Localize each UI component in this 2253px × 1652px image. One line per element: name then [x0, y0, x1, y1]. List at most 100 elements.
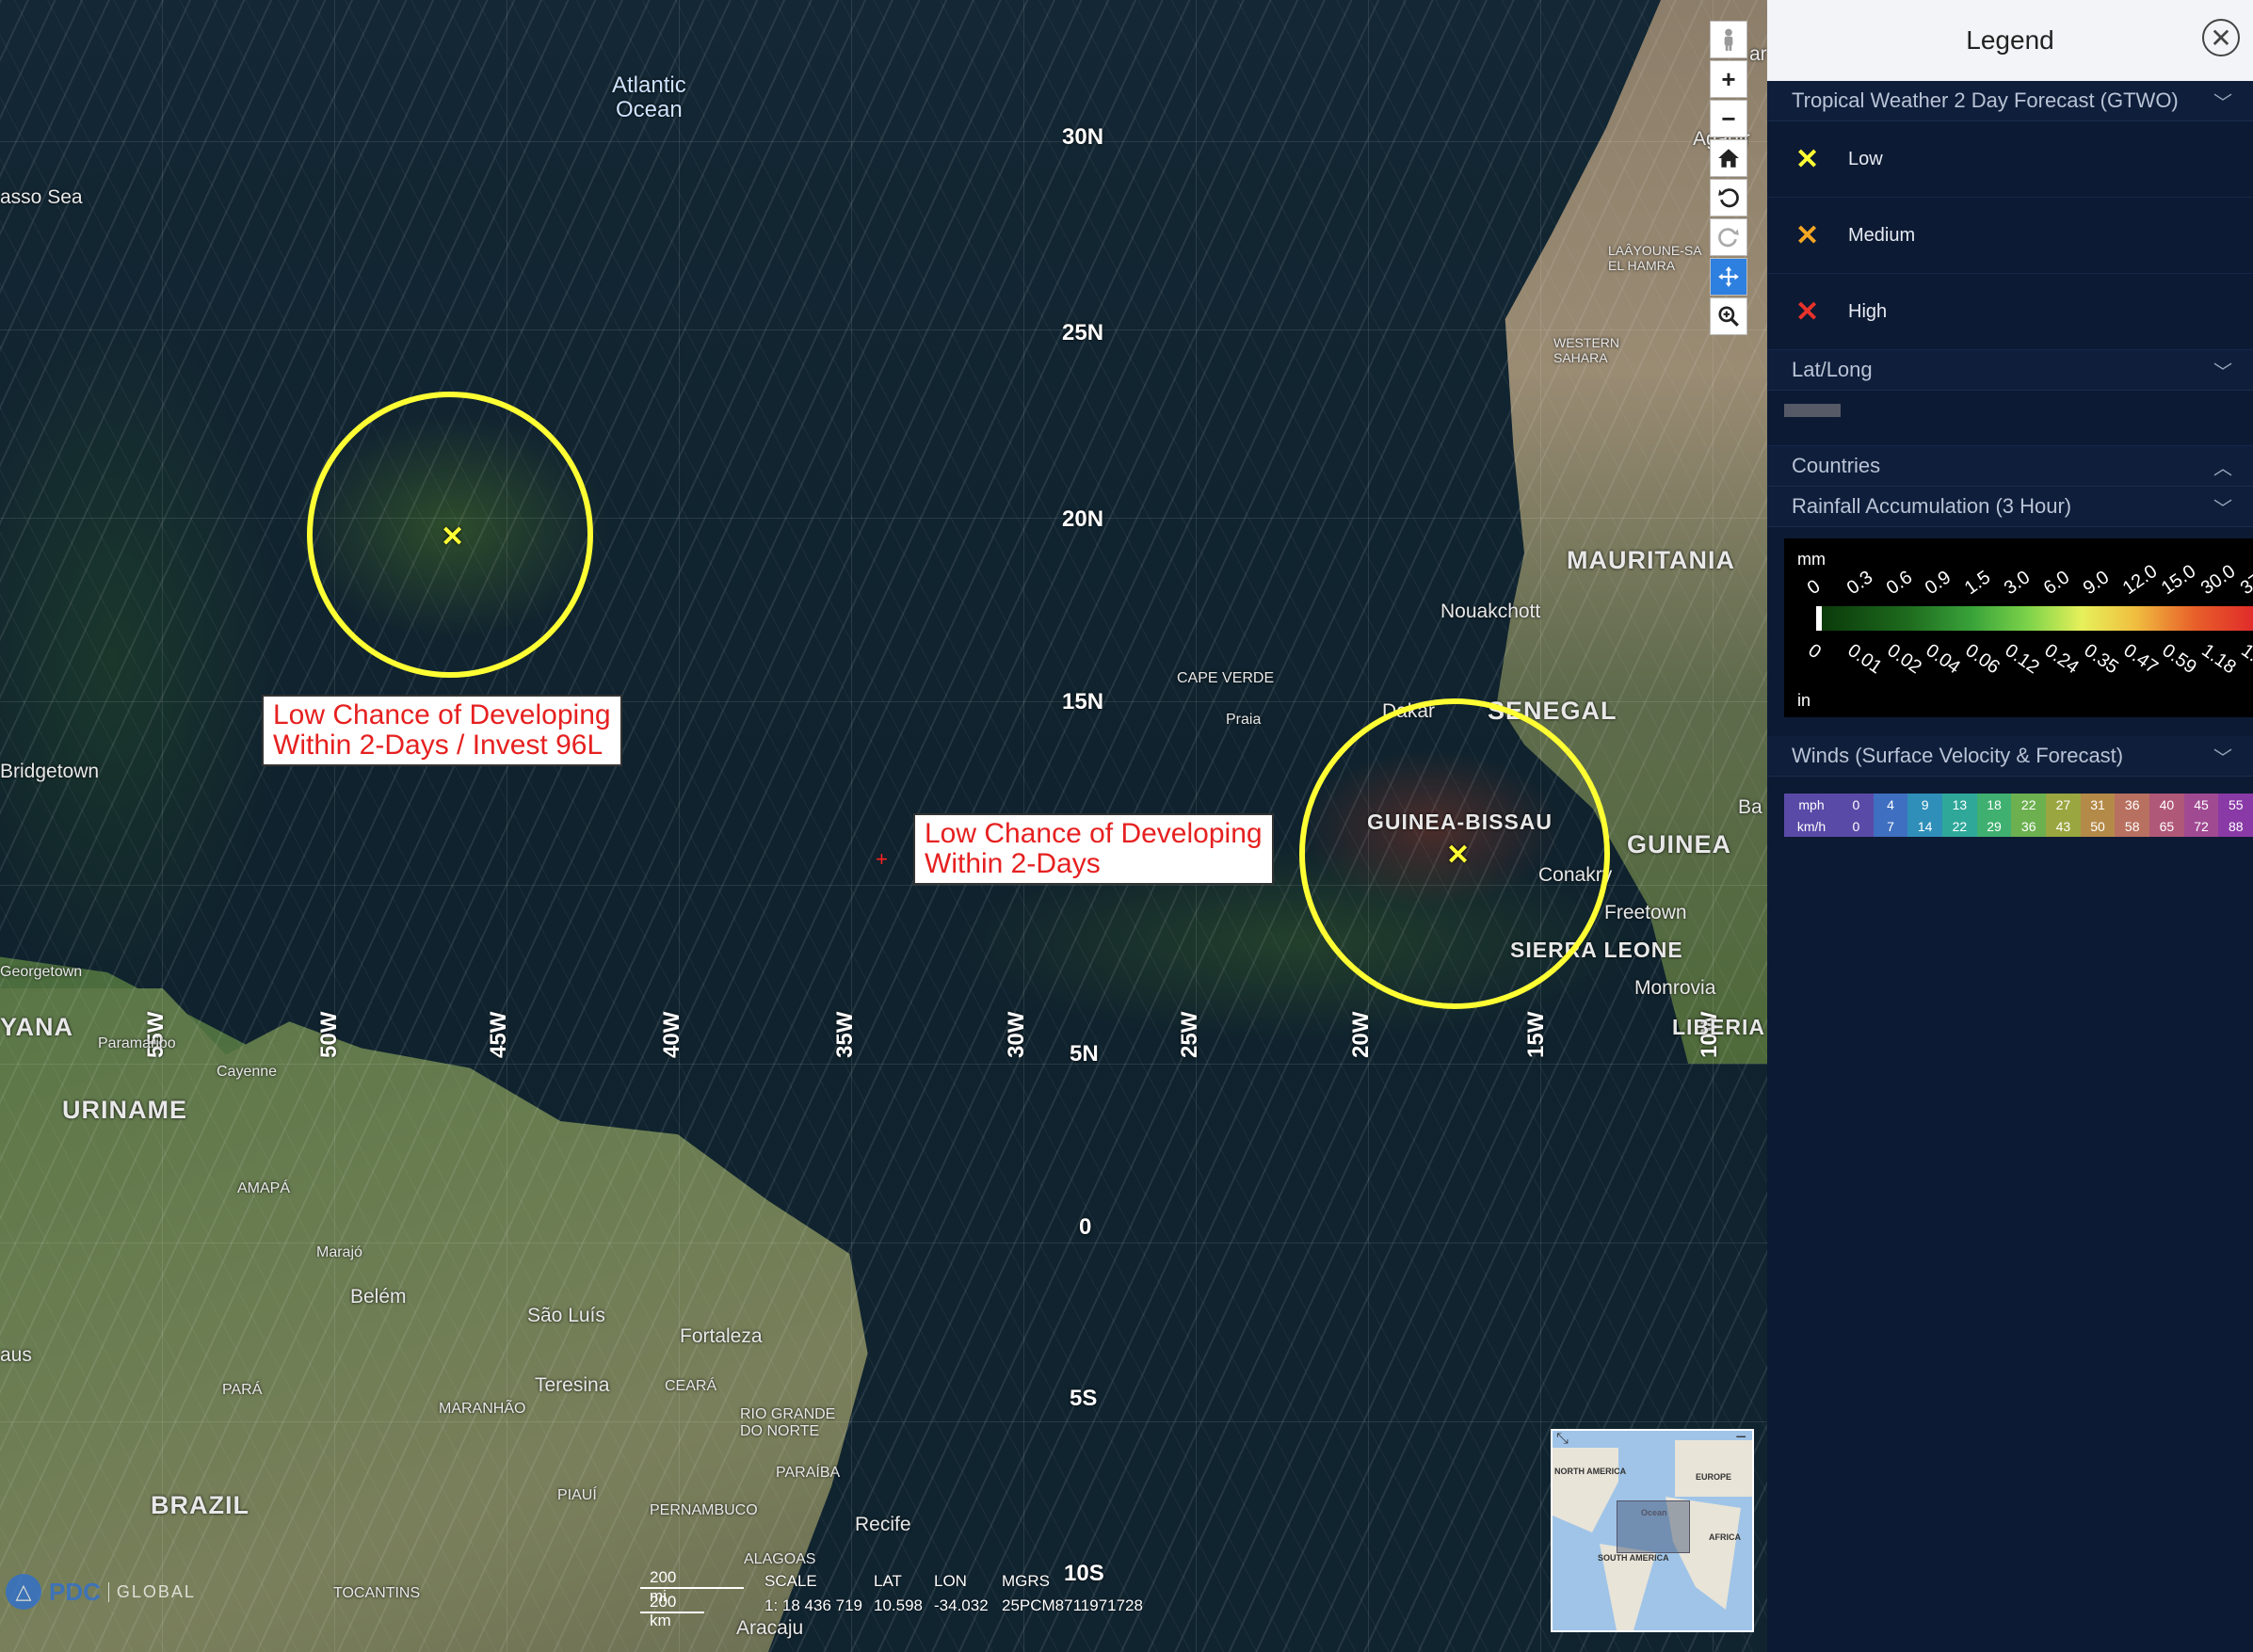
overview-label: NORTH AMERICA: [1554, 1467, 1627, 1476]
place-bridgetown: Bridgetown: [0, 761, 100, 782]
rain-mm-tick: 3.0: [2000, 567, 2035, 600]
section-winds[interactable]: Winds (Surface Velocity & Forecast) ﹀: [1767, 736, 2253, 777]
close-icon[interactable]: ✕: [2202, 19, 2240, 56]
lon-label: 15W: [1523, 1011, 1549, 1058]
place-recife: Recife: [855, 1514, 911, 1535]
rain-mm-tick: 12.0: [2118, 560, 2161, 600]
mgrs-label: MGRS: [1002, 1572, 1050, 1590]
legend-item-label: High: [1848, 300, 1888, 322]
rotate-right-icon[interactable]: [1710, 218, 1747, 256]
rain-color-ramp: [1816, 606, 2253, 631]
rainfall-colorscale: mm in 0 0.3 0.6 0.9 1.5 3.0 6.0 9.0 12.0 15.0 30.0…: [1784, 538, 2253, 717]
rain-in-tick: 0.02: [1883, 640, 1925, 679]
rain-mm-tick: 0.9: [1922, 567, 1955, 600]
collapse-icon[interactable]: −: [1735, 1431, 1746, 1449]
lon-label: 30W: [1004, 1011, 1029, 1058]
overview-label: Ocean: [1641, 1508, 1667, 1517]
place-laayoune: LAÂYOUNE-SA EL HAMRA: [1608, 243, 1702, 273]
place-praia: Praia: [1226, 712, 1262, 728]
winds-kmh-value: 22: [1952, 818, 1968, 834]
place-guyana: YANA: [0, 1013, 74, 1041]
winds-scale-cell: 40 65: [2149, 794, 2184, 837]
winds-units: mph km/h: [1784, 794, 1839, 837]
low-chance-marker-icon[interactable]: ✕: [441, 523, 464, 552]
place-marajo: Marajó: [316, 1244, 362, 1260]
lon-label: 20W: [1348, 1011, 1374, 1058]
home-icon[interactable]: [1710, 139, 1747, 177]
chevron-down-icon[interactable]: ﹀: [2213, 493, 2232, 521]
low-marker-icon: ✕: [1795, 143, 1820, 175]
rain-in-tick: 0.04: [1922, 640, 1965, 679]
lat-label: 5N: [1070, 1041, 1099, 1067]
place-paraiba: PARAÍBA: [776, 1465, 841, 1481]
rain-in-tick: 0.24: [2040, 640, 2083, 679]
callout-invest-96l: Low Chance of Developing Within 2-Days /…: [262, 695, 622, 766]
pan-tool-icon[interactable]: [1710, 258, 1747, 296]
winds-mph-value: 9: [1921, 796, 1929, 812]
zoom-in-button[interactable]: +: [1710, 60, 1747, 98]
mgrs-value: 25PCM8711971728: [1002, 1596, 1143, 1614]
street-view-pegman-icon[interactable]: [1710, 21, 1747, 58]
place-aracaju: Aracaju: [736, 1617, 804, 1639]
section-title: Winds (Surface Velocity & Forecast): [1792, 744, 2124, 767]
place-paramaribo: Paramaribo: [98, 1035, 176, 1051]
legend-item-label: Medium: [1848, 224, 1916, 246]
chevron-down-icon[interactable]: ﹀: [2213, 88, 2232, 115]
place-rio-grande-do-norte: RIO GRANDE DO NORTE: [740, 1406, 836, 1439]
rain-in-tick: 0.59: [2158, 640, 2201, 679]
winds-kmh-value: 36: [2020, 818, 2036, 834]
lat-label: 5S: [1070, 1386, 1098, 1411]
high-marker-icon: ✕: [1795, 296, 1820, 328]
place-brazil: BRAZIL: [151, 1491, 249, 1519]
place-mauritania: MAURITANIA: [1567, 546, 1735, 574]
section-latlong[interactable]: Lat/Long ﹀: [1767, 350, 2253, 391]
overview-label: EUROPE: [1696, 1472, 1732, 1482]
winds-mph-value: 4: [1887, 796, 1894, 812]
winds-mph-value: 40: [2159, 796, 2175, 812]
winds-scale-cell: 9 14: [1907, 794, 1943, 837]
map-view[interactable]: 30N 25N 20N 15N 5N 0 5S 10S 55W 50W 45W …: [0, 0, 1767, 1652]
section-title: Tropical Weather 2 Day Forecast (GTWO): [1792, 88, 2179, 112]
rain-in-tick: 1.48: [2237, 640, 2253, 679]
place-nouakchott: Nouakchott: [1440, 601, 1541, 622]
expand-icon[interactable]: ⤡: [1556, 1431, 1569, 1448]
scale-label: SCALE: [764, 1572, 817, 1590]
lon-label: 25W: [1177, 1011, 1202, 1058]
winds-kmh-value: 58: [2124, 818, 2140, 834]
section-rainfall[interactable]: Rainfall Accumulation (3 Hour) ﹀: [1767, 487, 2253, 527]
lat-label: 30N: [1062, 124, 1104, 150]
zoom-box-icon[interactable]: [1710, 297, 1747, 335]
rotate-left-icon[interactable]: [1710, 179, 1747, 217]
chevron-down-icon[interactable]: ﹀: [2213, 357, 2232, 384]
section-countries[interactable]: Countries ︿: [1767, 446, 2253, 487]
chevron-up-icon[interactable]: ︿: [2213, 453, 2232, 480]
scale-value: 1: 18 436 719: [764, 1596, 862, 1614]
rain-in-tick: 0.12: [2001, 640, 2043, 679]
winds-scale-cell: 45 72: [2183, 794, 2219, 837]
place-fortaleza: Fortaleza: [680, 1325, 763, 1347]
section-title: Rainfall Accumulation (3 Hour): [1792, 494, 2072, 518]
legend-header: Legend ✕: [1767, 0, 2253, 81]
low-chance-marker-icon[interactable]: ✕: [1446, 842, 1470, 870]
place-manaus: aus: [0, 1344, 32, 1366]
winds-mph-value: 22: [2020, 796, 2036, 812]
place-georgetown: Georgetown: [0, 964, 83, 980]
pdc-logo: △ PDC GLOBAL: [6, 1574, 196, 1610]
lat-label: 15N: [1062, 689, 1104, 714]
grid-line: [0, 141, 1767, 142]
place-teresina: Teresina: [535, 1374, 610, 1396]
lon-label: 40W: [659, 1011, 684, 1058]
winds-scale-cell: 13 22: [1942, 794, 1977, 837]
winds-kmh-value: 14: [1917, 818, 1933, 834]
place-maranhao: MARANHÃO: [439, 1401, 526, 1417]
pdc-logo-global: GLOBAL: [107, 1581, 196, 1602]
section-title: Countries: [1792, 454, 1881, 477]
zoom-out-button[interactable]: −: [1710, 100, 1747, 137]
section-gtwo[interactable]: Tropical Weather 2 Day Forecast (GTWO) ﹀: [1767, 81, 2253, 121]
callout-low-chance: Low Chance of Developing Within 2-Days: [913, 813, 1274, 885]
rain-mm-tick: 0.3: [1843, 567, 1877, 600]
chevron-down-icon[interactable]: ﹀: [2213, 743, 2232, 770]
overview-map[interactable]: NORTH AMERICA EUROPE AFRICA SOUTH AMERIC…: [1551, 1429, 1754, 1632]
lon-value: -34.032: [934, 1596, 989, 1614]
lon-label: 35W: [832, 1011, 858, 1058]
